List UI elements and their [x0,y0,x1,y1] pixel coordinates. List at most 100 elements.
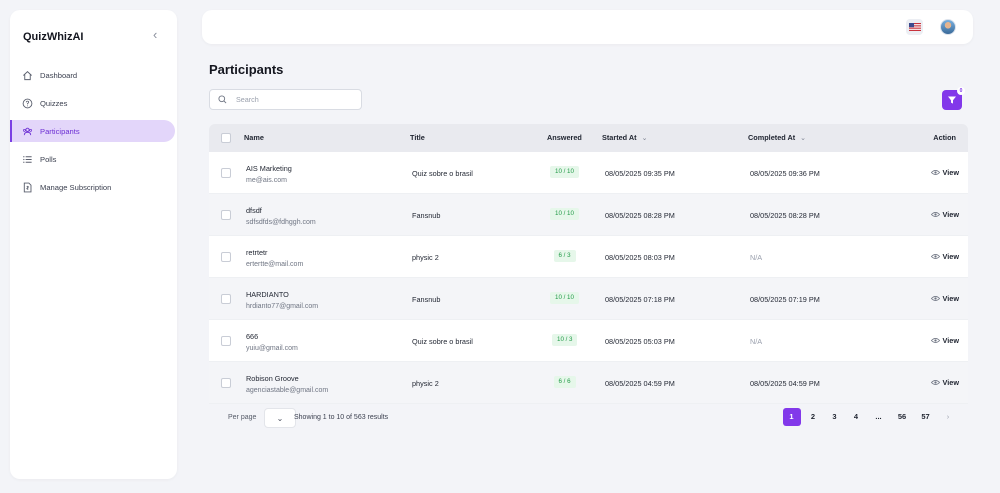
filter-count-badge: 0 [957,87,965,95]
page-button-56[interactable]: 56 [892,408,912,426]
chevron-down-icon: ⌄ [276,414,284,423]
participant-name: dfsdf [246,206,262,215]
view-button[interactable]: View [930,378,960,387]
completed-at: 08/05/2025 04:59 PM [750,379,820,388]
eye-icon [930,296,940,301]
sidebar-item-polls[interactable]: Polls [10,148,177,170]
eye-icon [930,338,940,343]
view-button[interactable]: View [930,294,960,303]
column-header-started[interactable]: Started At ⌄ [602,124,647,152]
participant-email: yuiu@gmail.com [246,345,298,352]
home-icon [23,70,32,80]
table-row: Robison Groove agenciastable@gmail.com phy… [209,362,968,404]
row-checkbox[interactable] [221,294,231,304]
table-row: 666 yuiu@gmail.com Quiz sobre o brasil 10 /… [209,320,968,362]
column-header-started-label: Started At [602,133,637,142]
view-button[interactable]: View [930,252,960,261]
started-at: 08/05/2025 07:18 PM [605,295,675,304]
participant-name: AIS Marketing [246,164,292,173]
completed-at: 08/05/2025 07:19 PM [750,295,820,304]
sidebar-item-label: Participants [40,126,80,136]
participant-email: me@ais.com [246,177,287,184]
quiz-title: Fansnub [412,211,441,220]
participant-name: HARDIANTO [246,290,289,299]
started-at: 08/05/2025 04:59 PM [605,379,675,388]
page-button-3[interactable]: 3 [826,408,844,426]
column-header-title: Title [410,133,425,142]
completed-at: 08/05/2025 08:28 PM [750,211,820,220]
view-label: View [942,294,960,303]
eye-icon [930,254,940,259]
pagination: 1 2 3 4... 56 57 › [779,408,957,426]
answered-badge: 6 / 6 [553,376,576,388]
sidebar-item-quizzes[interactable]: Quizzes [10,92,177,114]
quiz-title: Quiz sobre o brasil [412,337,473,346]
column-header-answered: Answered [547,133,582,142]
participant-email: agenciastable@gmail.com [246,387,329,394]
row-checkbox[interactable] [221,168,231,178]
participant-email: sdfsdfds@fdhggh.com [246,219,316,226]
per-page-select[interactable]: ⌄ [264,408,296,428]
user-avatar[interactable] [940,19,956,35]
view-button[interactable]: View [930,336,960,345]
started-at: 08/05/2025 08:28 PM [605,211,675,220]
table-row: retrtetr ertertte@mail.com physic 2 6 / 3 08… [209,236,968,278]
table-header: Name Title Answered Started At ⌄ Complete… [209,124,968,152]
view-button[interactable]: View [930,210,959,219]
next-page-button[interactable]: › [939,408,957,426]
view-button[interactable]: View [930,168,959,177]
chevron-left-icon[interactable]: ‹ [153,28,157,42]
answered-badge: 10 / 3 [552,334,578,346]
participant-email: hrdianto77@gmail.com [246,303,319,310]
page-button-57[interactable]: 57 [916,408,936,426]
chevron-down-icon: ⌄ [641,135,648,142]
page-button-4[interactable]: 4 [847,408,865,426]
select-all-checkbox[interactable] [221,133,231,143]
row-checkbox[interactable] [221,210,231,220]
filter-button[interactable]: 0 [942,87,965,110]
eye-icon [930,170,940,175]
page-button-1[interactable]: 1 [782,408,801,426]
row-checkbox[interactable] [221,336,231,346]
column-header-completed-label: Completed At [748,133,796,142]
view-label: View [942,336,960,345]
participant-name: Robison Groove [246,374,299,383]
search-input[interactable] [236,95,356,104]
answered-badge: 10 / 10 [550,166,579,178]
list-icon [23,155,32,163]
view-label: View [942,252,960,261]
table-row: HARDIANTO hrdianto77@gmail.com Fansnub 10 /… [209,278,968,320]
flag-graphic [908,23,921,31]
answered-badge: 10 / 10 [550,208,579,220]
sidebar-item-dashboard[interactable]: Dashboard [10,64,177,86]
row-checkbox[interactable] [221,378,231,388]
question-circle-icon [22,98,33,108]
column-header-name: Name [244,133,264,142]
brand-logo: QuizWhizAI [23,31,84,43]
page-button-2[interactable]: 2 [804,408,822,426]
started-at: 08/05/2025 09:35 PM [605,169,675,178]
sidebar-item-label: Manage Subscription [40,182,112,192]
eye-icon [930,380,940,385]
sidebar-item-manage-subscription[interactable]: Manage Subscription [10,176,177,198]
quiz-title: physic 2 [412,379,439,388]
document-icon [23,182,32,192]
users-icon [23,127,32,135]
answered-badge: 10 / 10 [550,292,579,304]
us-flag-icon[interactable] [906,19,923,35]
row-checkbox[interactable] [221,252,231,262]
quiz-title: Fansnub [412,295,441,304]
sidebar-item-participants[interactable]: Participants [10,120,175,142]
completed-at: N/A [750,337,763,346]
sidebar-item-label: Quizzes [40,98,68,108]
topbar [202,10,973,44]
column-header-completed[interactable]: Completed At ⌄ [748,124,806,152]
table-row: dfsdf sdfsdfds@fdhggh.com Fansnub 10 / 10 08… [209,194,968,236]
participant-name: 666 [246,332,259,341]
participant-name: retrtetr [246,248,268,257]
page-title: Participants [209,62,284,77]
filter-icon [948,96,956,104]
chevron-down-icon: ⌄ [800,135,807,142]
view-label: View [942,378,960,387]
participants-table: Name Title Answered Started At ⌄ Complete… [209,124,968,404]
